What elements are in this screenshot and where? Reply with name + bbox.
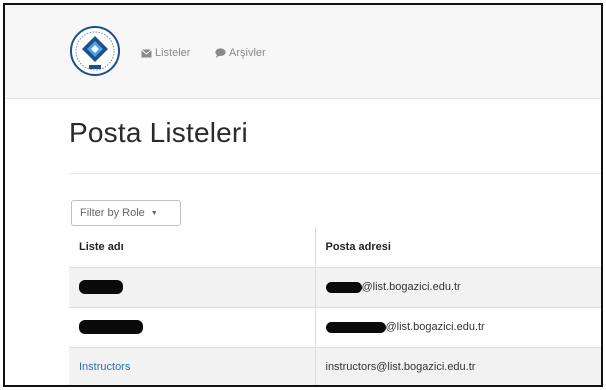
caret-down-icon: ▼: [150, 209, 158, 217]
speech-bubble-icon: [215, 48, 226, 58]
title-divider: [69, 173, 601, 174]
mail-address-domain: @list.bogazici.edu.tr: [385, 321, 485, 333]
mail-address-domain: @list.bogazici.edu.tr: [361, 281, 461, 293]
column-header-mail-address: Posta adresi: [314, 227, 601, 267]
browser-viewport: Listeler Arşivler Posta Listeleri Filter…: [3, 3, 603, 387]
redacted-address-prefix: [325, 281, 362, 293]
nav-arsivler-label: Arşivler: [229, 47, 266, 59]
redacted-name: [79, 320, 143, 334]
table-row[interactable]: @list.bogazici.edu.tr: [69, 306, 601, 347]
filter-label: Filter by Role: [80, 207, 145, 219]
list-name-cell: [69, 306, 315, 347]
table-row[interactable]: @list.bogazici.edu.tr: [69, 266, 601, 307]
mail-address-cell: @list.bogazici.edu.tr: [314, 306, 601, 347]
university-logo[interactable]: [69, 25, 121, 77]
list-name-cell: Instructors: [69, 346, 315, 385]
mail-address-cell: @list.bogazici.edu.tr: [314, 266, 601, 307]
list-name-link[interactable]: Instructors: [79, 361, 130, 373]
redacted-name: [79, 280, 123, 294]
top-navbar: Listeler Arşivler: [5, 5, 601, 99]
list-name-cell: [69, 266, 315, 307]
nav-listeler-label: Listeler: [155, 47, 191, 59]
page-title: Posta Listeleri: [69, 117, 248, 148]
mailing-lists-table: Liste adı Posta adresi @list.bogazici.ed…: [69, 227, 601, 385]
table-header-row: Liste adı Posta adresi: [69, 227, 601, 267]
nav-listeler-link[interactable]: Listeler: [141, 47, 190, 59]
envelope-icon: [141, 48, 152, 57]
table-row[interactable]: Instructors instructors@list.bogazici.ed…: [69, 346, 601, 385]
university-seal-logo-icon: [70, 26, 120, 76]
mail-address-cell: instructors@list.bogazici.edu.tr: [314, 346, 601, 385]
nav-arsivler-link[interactable]: Arşivler: [215, 47, 266, 59]
redacted-address-prefix: [325, 321, 386, 333]
filter-by-role-dropdown[interactable]: Filter by Role ▼: [71, 200, 181, 226]
column-header-list-name: Liste adı: [79, 240, 124, 253]
